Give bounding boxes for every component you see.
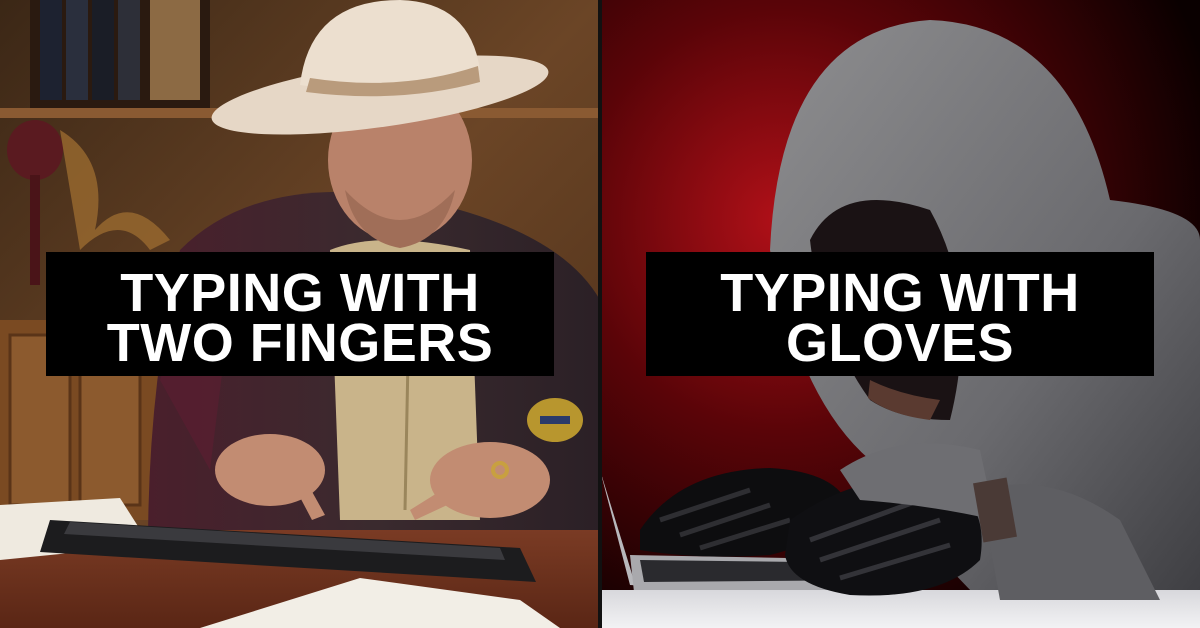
left-caption-line-1: TYPING WITH <box>120 263 480 323</box>
meme-image: TYPING WITH TWO FINGERS TYPING WITH GLOV… <box>0 0 1200 628</box>
left-caption: TYPING WITH TWO FINGERS <box>46 252 554 376</box>
right-caption-line-1: TYPING WITH <box>720 263 1080 323</box>
right-caption: TYPING WITH GLOVES <box>646 252 1154 376</box>
right-caption-line-2: GLOVES <box>785 313 1015 373</box>
panel-divider <box>598 0 602 628</box>
left-caption-line-2: TWO FINGERS <box>106 313 494 373</box>
